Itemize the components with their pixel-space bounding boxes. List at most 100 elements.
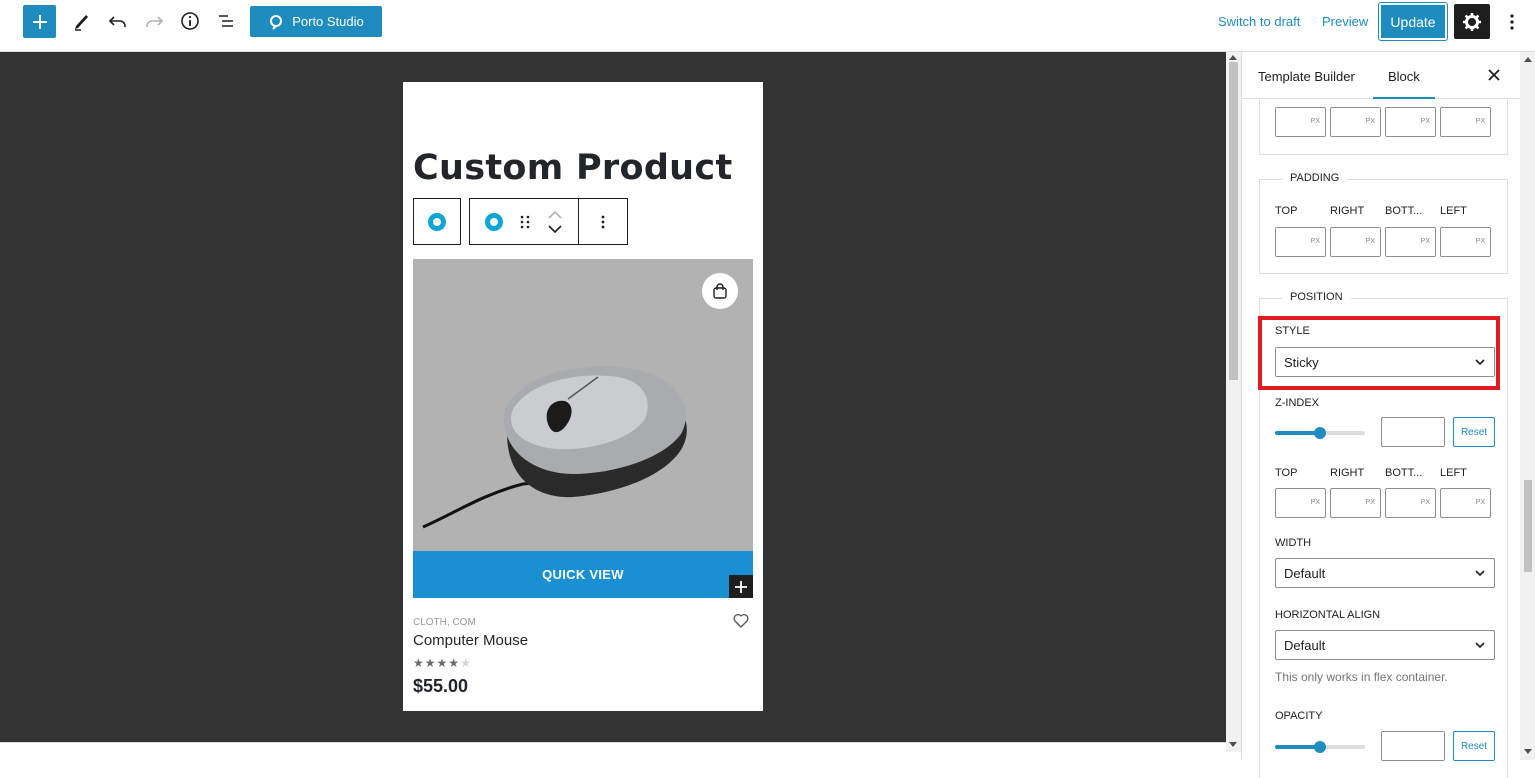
chevron-down-icon[interactable] — [548, 224, 562, 233]
horizontal-align-value: Default — [1284, 637, 1326, 653]
details-button[interactable] — [175, 6, 205, 36]
list-view-icon — [219, 15, 233, 27]
highlight-annotation — [1258, 316, 1500, 390]
width-select[interactable]: Default — [1275, 558, 1495, 588]
position-offset-inputs: PX PX PX PX — [1275, 488, 1491, 518]
unit-label: PX — [1310, 499, 1320, 506]
scroll-up-icon[interactable] — [1524, 57, 1532, 62]
add-to-cart-button[interactable] — [702, 273, 738, 309]
opacity-reset-button[interactable]: Reset — [1453, 731, 1495, 761]
side-label-top: TOP — [1275, 205, 1298, 217]
position-right-input[interactable]: PX — [1330, 488, 1381, 518]
quick-view-button[interactable]: QUICK VIEW — [413, 551, 753, 598]
tab-template-builder[interactable]: Template Builder — [1258, 69, 1355, 84]
opacity-label: OPACITY — [1275, 710, 1323, 722]
redo-button[interactable] — [139, 6, 169, 36]
padding-left-input[interactable]: PX — [1440, 227, 1491, 257]
canvas-scrollbar[interactable] — [1226, 52, 1241, 752]
options-button[interactable] — [1500, 7, 1524, 37]
undo-button[interactable] — [103, 6, 133, 36]
zindex-reset-button[interactable]: Reset — [1453, 417, 1495, 447]
side-label-right: RIGHT — [1330, 467, 1365, 479]
plus-icon — [735, 580, 747, 593]
margin-bottom-input[interactable]: PX — [1385, 107, 1436, 137]
add-block-button[interactable] — [23, 5, 56, 38]
settings-button[interactable] — [1454, 4, 1490, 39]
porto-studio-button[interactable]: Porto Studio — [250, 6, 382, 37]
scrollbar-thumb[interactable] — [1524, 480, 1532, 572]
position-top-input[interactable]: PX — [1275, 488, 1326, 518]
porto-studio-label: Porto Studio — [292, 14, 364, 29]
zindex-slider-handle[interactable] — [1314, 427, 1326, 439]
move-buttons — [532, 199, 578, 244]
side-label-left: LEFT — [1440, 205, 1467, 217]
padding-inputs: PX PX PX PX — [1275, 227, 1491, 257]
block-toolbar — [469, 198, 628, 245]
preview-button[interactable]: Preview — [1322, 14, 1368, 29]
settings-sidebar: Template Builder Block PX PX PX PX PADDI… — [1241, 52, 1521, 778]
horizontal-align-label: HORIZONTAL ALIGN — [1275, 609, 1381, 621]
drag-handle-icon — [520, 215, 530, 228]
list-view-button[interactable] — [211, 6, 241, 36]
more-vertical-icon — [1510, 14, 1514, 30]
padding-top-input[interactable]: PX — [1275, 227, 1326, 257]
pencil-icon — [75, 15, 88, 31]
unit-label: PX — [1420, 238, 1430, 245]
margin-left-input[interactable]: PX — [1440, 107, 1491, 137]
product-price: $55.00 — [413, 676, 469, 696]
position-bottom-input[interactable]: PX — [1385, 488, 1436, 518]
zindex-slider[interactable] — [1275, 427, 1365, 439]
redo-icon — [146, 16, 164, 27]
scroll-up-icon[interactable] — [1229, 55, 1237, 60]
gear-icon — [1463, 12, 1481, 31]
close-icon — [1488, 69, 1500, 81]
width-label: WIDTH — [1275, 537, 1312, 549]
sidebar-scrollbar[interactable] — [1520, 52, 1535, 760]
update-button[interactable]: Update — [1378, 2, 1448, 41]
horizontal-align-select[interactable]: Default — [1275, 630, 1495, 660]
unit-label: PX — [1475, 238, 1485, 245]
shopping-bag-icon — [713, 283, 727, 299]
star-icon: ★ — [436, 656, 449, 670]
unit-label: PX — [1365, 238, 1375, 245]
close-sidebar-button[interactable] — [1488, 65, 1500, 86]
padding-bottom-input[interactable]: PX — [1385, 227, 1436, 257]
zindex-input[interactable] — [1381, 417, 1445, 447]
star-icon: ★ — [424, 656, 437, 670]
product-name[interactable]: Computer Mouse — [413, 632, 528, 649]
position-side-labels: TOP RIGHT BOTT... LEFT — [1275, 467, 1495, 479]
position-left-input[interactable]: PX — [1440, 488, 1491, 518]
unit-label: PX — [1365, 499, 1375, 506]
unit-label: PX — [1475, 499, 1485, 506]
heart-icon — [733, 613, 749, 628]
product-category[interactable]: CLOTH, COM — [413, 617, 476, 628]
opacity-slider[interactable] — [1275, 741, 1365, 753]
drag-handle[interactable] — [518, 199, 532, 244]
padding-right-input[interactable]: PX — [1330, 227, 1381, 257]
active-tab-indicator — [1373, 97, 1435, 99]
margin-inputs: PX PX PX PX — [1275, 107, 1491, 137]
wishlist-button[interactable] — [733, 613, 749, 633]
parent-block-selector[interactable] — [413, 198, 461, 245]
block-options-button[interactable] — [578, 199, 627, 244]
unit-label: PX — [1310, 118, 1320, 125]
scroll-down-icon[interactable] — [1524, 749, 1532, 754]
opacity-input[interactable] — [1381, 731, 1445, 761]
chevron-up-icon[interactable] — [548, 210, 562, 219]
scroll-down-icon[interactable] — [1229, 742, 1237, 747]
switch-to-draft-button[interactable]: Switch to draft — [1218, 14, 1300, 29]
opacity-slider-handle[interactable] — [1314, 741, 1326, 753]
product-image[interactable] — [413, 259, 753, 551]
margin-top-input[interactable]: PX — [1275, 107, 1326, 137]
page-title[interactable]: Custom Product — [413, 148, 732, 188]
chevron-down-icon — [1475, 642, 1485, 649]
block-inserter-button[interactable] — [729, 575, 753, 598]
padding-side-labels: TOP RIGHT BOTT... LEFT — [1275, 205, 1495, 217]
zindex-label: Z-INDEX — [1275, 397, 1319, 409]
block-type-button[interactable] — [470, 199, 518, 244]
unit-label: PX — [1475, 118, 1485, 125]
tools-button[interactable] — [67, 6, 97, 36]
scrollbar-thumb[interactable] — [1229, 62, 1238, 380]
margin-right-input[interactable]: PX — [1330, 107, 1381, 137]
tab-block[interactable]: Block — [1388, 69, 1420, 84]
